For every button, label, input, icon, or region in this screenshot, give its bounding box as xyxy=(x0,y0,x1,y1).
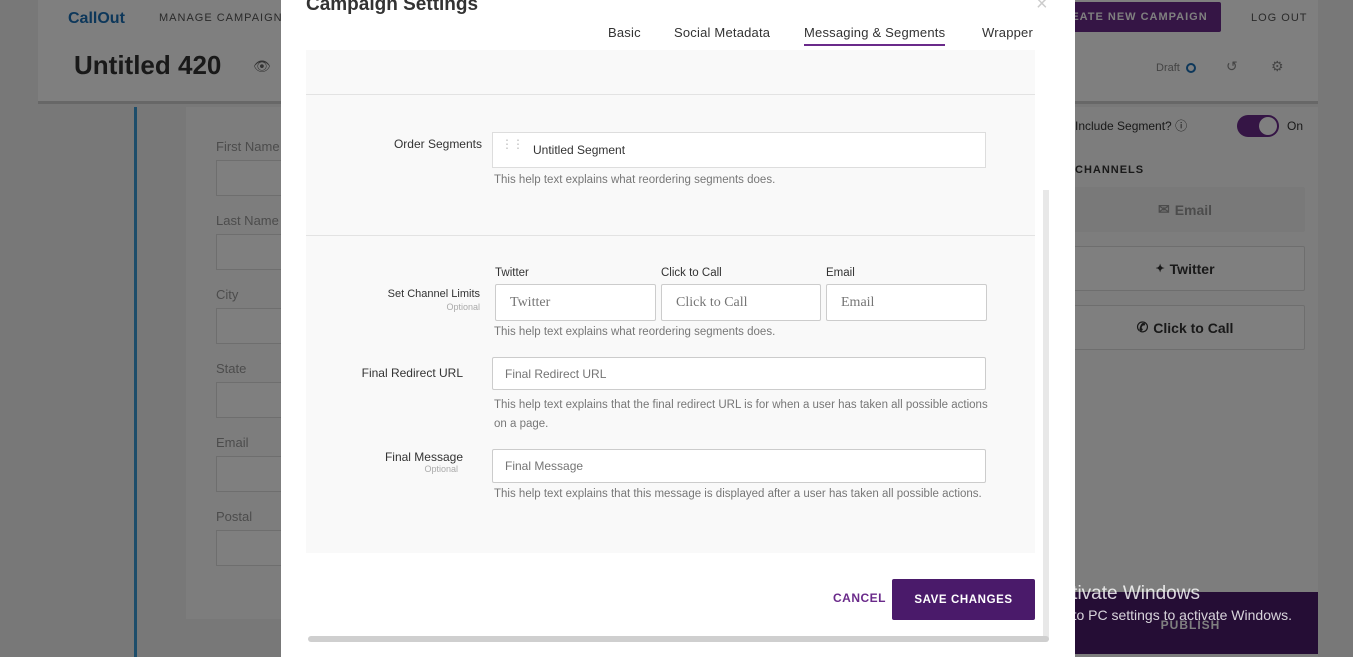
final-message-input[interactable] xyxy=(492,449,986,483)
tab-social-metadata[interactable]: Social Metadata xyxy=(674,25,770,40)
final-message-optional: Optional xyxy=(424,464,458,474)
horizontal-scrollbar[interactable] xyxy=(308,636,1049,642)
close-icon[interactable]: × xyxy=(1036,0,1048,16)
limit-label-email: Email xyxy=(826,267,855,279)
limit-label-twitter: Twitter xyxy=(495,267,529,279)
segment-name: Untitled Segment xyxy=(533,143,626,157)
channel-limits-label: Set Channel Limits xyxy=(387,288,480,300)
order-segments-label: Order Segments xyxy=(393,137,482,151)
section-divider xyxy=(306,235,1035,236)
modal-body: Order Segments ⋮⋮ Untitled Segment This … xyxy=(306,50,1035,553)
segment-list-item[interactable]: ⋮⋮ Untitled Segment xyxy=(492,132,986,168)
channel-limits-optional: Optional xyxy=(446,302,480,312)
modal-title: Campaign Settings xyxy=(306,0,479,15)
final-redirect-label: Final Redirect URL xyxy=(361,366,463,380)
final-message-help: This help text explains that this messag… xyxy=(494,488,982,500)
tab-wrapper[interactable]: Wrapper xyxy=(982,25,1033,40)
campaign-settings-modal: Campaign Settings × Basic Social Metadat… xyxy=(281,0,1075,657)
activate-windows-title: Activate Windows xyxy=(1050,583,1200,604)
twitter-limit-input[interactable] xyxy=(495,284,656,321)
order-segments-help: This help text explains what reordering … xyxy=(494,174,776,186)
activate-windows-subtitle: Go to PC settings to activate Windows. xyxy=(1050,607,1292,623)
click-to-call-limit-input[interactable] xyxy=(661,284,821,321)
settings-tabs: Basic Social Metadata Messaging & Segmen… xyxy=(281,25,1075,49)
email-limit-input[interactable] xyxy=(826,284,987,321)
tab-basic[interactable]: Basic xyxy=(608,25,641,40)
final-redirect-input[interactable] xyxy=(492,357,986,390)
vertical-scrollbar[interactable] xyxy=(1043,190,1049,640)
drag-handle-icon[interactable]: ⋮⋮ xyxy=(501,138,524,150)
channel-limits-help: This help text explains what reordering … xyxy=(494,326,776,338)
final-redirect-help: This help text explains that the final r… xyxy=(494,399,988,430)
limit-label-click-to-call: Click to Call xyxy=(661,267,722,279)
section-divider xyxy=(306,94,1035,95)
tab-messaging-segments[interactable]: Messaging & Segments xyxy=(804,25,946,46)
cancel-button[interactable]: CANCEL xyxy=(833,591,886,605)
final-message-label: Final Message xyxy=(384,450,463,464)
save-changes-button[interactable]: SAVE CHANGES xyxy=(892,579,1035,620)
